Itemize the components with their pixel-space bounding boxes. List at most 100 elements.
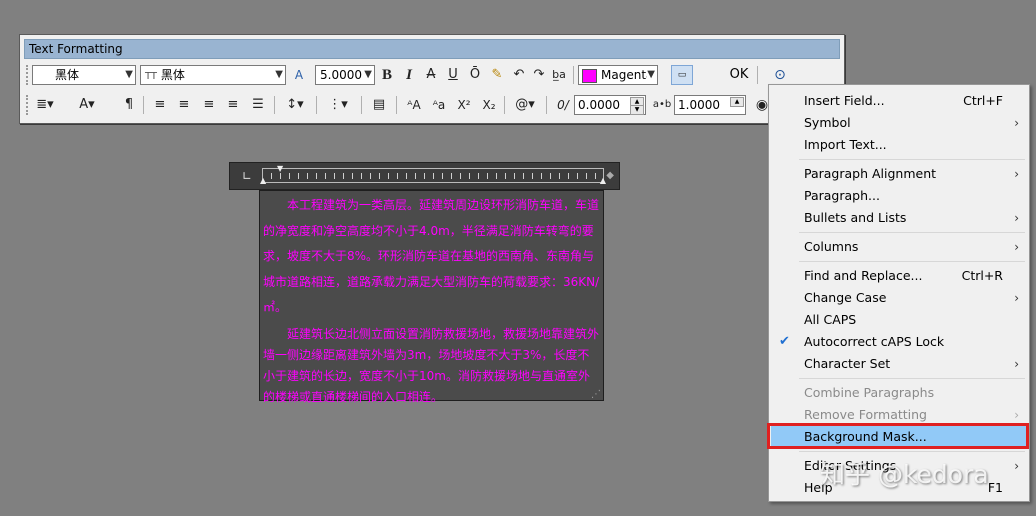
submenu-arrow-icon: › <box>1014 459 1019 473</box>
width-factor-field[interactable]: 1.0000 ▲ <box>674 95 746 115</box>
separator <box>316 96 317 114</box>
oblique-angle-field[interactable]: 0.0000 ▲ ▼ <box>574 95 646 115</box>
text-height-value: 5.0000 <box>320 68 362 82</box>
font-combo[interactable]: TT 黑体 ▼ <box>140 65 286 85</box>
align-right-icon[interactable]: ≡ <box>199 95 219 115</box>
menu-item-insert-field[interactable]: Insert Field... Ctrl+F <box>771 90 1027 112</box>
chevron-down-icon: ▼ <box>275 69 283 80</box>
spin-up-icon[interactable]: ▲ <box>730 97 744 107</box>
text-ruler[interactable]: ∟ ▼ ▲ ▲ ◆ <box>229 162 620 190</box>
submenu-arrow-icon: › <box>1014 291 1019 305</box>
uppercase-icon[interactable]: ᴬA <box>404 95 424 115</box>
separator <box>504 96 505 114</box>
distribute-icon[interactable]: ☰ <box>248 95 268 115</box>
menu-item-paragraph-alignment[interactable]: Paragraph Alignment › <box>771 163 1027 185</box>
line-spacing-icon[interactable]: ↕▾ <box>282 95 308 115</box>
menu-separator <box>799 232 1025 233</box>
paragraph-2[interactable]: 延建筑长边北侧立面设置消防救援场地，救援场地靠建筑外墙一侧边缘距离建筑外墙为3m… <box>263 324 600 408</box>
ruler-track[interactable]: ▼ ▲ ▲ <box>260 164 606 185</box>
spin-down-icon[interactable]: ▼ <box>630 105 644 115</box>
oblique-icon: 0/ <box>557 98 569 112</box>
paragraph-icon[interactable]: ¶ <box>119 95 139 115</box>
menu-item-character-set[interactable]: Character Set › <box>771 353 1027 375</box>
annotative-icon[interactable]: A <box>289 65 309 85</box>
menu-item-paragraph[interactable]: Paragraph... <box>771 185 1027 207</box>
justify-icon[interactable]: ≡ <box>223 95 243 115</box>
separator <box>361 96 362 114</box>
separator <box>757 66 758 84</box>
align-center-icon[interactable]: ≡ <box>174 95 194 115</box>
menu-item-import-text[interactable]: Import Text... <box>771 134 1027 156</box>
separator <box>143 96 144 114</box>
underline-button[interactable]: U <box>443 65 463 85</box>
width-factor-value: 1.0000 <box>678 98 720 112</box>
submenu-arrow-icon: › <box>1014 240 1019 254</box>
indent-marker-icon[interactable]: ▼ <box>277 164 283 173</box>
text-height-combo[interactable]: 5.0000 ▼ <box>315 65 375 85</box>
at-icon: @ <box>515 97 529 112</box>
menu-item-symbol[interactable]: Symbol › <box>771 112 1027 134</box>
text-formatting-toolbar: Text Formatting 黑体 ▼ TT 黑体 ▼ A 5.0000 ▼ … <box>19 34 845 124</box>
justification-icon[interactable]: ≣▾ <box>32 95 58 115</box>
match-properties-icon[interactable]: ✎ <box>487 65 507 85</box>
color-swatch <box>582 69 597 83</box>
right-indent-icon[interactable]: ▲ <box>600 176 606 185</box>
italic-button[interactable]: I <box>399 65 419 85</box>
color-value: Magenta <box>601 68 654 82</box>
font-value: 黑体 <box>160 68 185 82</box>
separator <box>396 96 397 114</box>
style-value: 黑体 <box>55 68 80 82</box>
chevron-down-icon: ▼ <box>364 69 372 80</box>
highlight-annotation-box <box>767 423 1029 449</box>
stack-icon[interactable]: b̲a <box>549 65 569 85</box>
symbol-button[interactable]: @▾ <box>512 95 538 115</box>
strikethrough-button[interactable]: A <box>421 65 441 85</box>
insert-field-icon[interactable]: ▤ <box>369 95 389 115</box>
grip-handle[interactable] <box>26 65 30 85</box>
checkmark-icon: ✔ <box>779 334 790 349</box>
overline-button[interactable]: Ō <box>465 65 485 85</box>
redo-icon[interactable]: ↷ <box>529 65 549 85</box>
watermark: 知乎 @kedora <box>820 460 989 489</box>
menu-item-bullets-and-lists[interactable]: Bullets and Lists › <box>771 207 1027 229</box>
subscript-button[interactable]: X₂ <box>479 95 499 115</box>
color-combo[interactable]: Magenta ▼ <box>578 65 658 85</box>
menu-item-autocorrect-caps-lock[interactable]: ✔ Autocorrect cAPS Lock <box>771 331 1027 353</box>
lowercase-icon[interactable]: ᴬa <box>429 95 449 115</box>
menu-separator <box>799 159 1025 160</box>
truetype-icon: TT <box>145 71 158 82</box>
resize-grip-icon[interactable]: ⋰ <box>591 389 601 400</box>
toolbar-row-2: ≣▾ A▾ ¶ ≡ ≡ ≡ ≡ ☰ ↕▾ ⋮▾ ▤ ᴬA ᴬa X² X₂ @▾… <box>24 92 842 118</box>
align-left-icon[interactable]: ≡ <box>150 95 170 115</box>
menu-item-combine-paragraphs: Combine Paragraphs <box>804 385 935 400</box>
mtext-editor[interactable]: 本工程建筑为一类高层。延建筑周边设环形消防车道，车道的净宽度和净空高度均不小于4… <box>259 190 604 404</box>
menu-item-find-and-replace[interactable]: Find and Replace... Ctrl+R <box>771 265 1027 287</box>
toolbar-row-1: 黑体 ▼ TT 黑体 ▼ A 5.0000 ▼ B I A U Ō ✎ ↶ ↷ … <box>24 62 842 88</box>
bold-button[interactable]: B <box>377 65 397 85</box>
menu-item-columns[interactable]: Columns › <box>771 236 1027 258</box>
ok-button[interactable]: OK <box>726 65 752 85</box>
tracking-icon: a•b <box>652 99 672 110</box>
submenu-arrow-icon: › <box>1014 357 1019 371</box>
options-icon[interactable]: ⊙ <box>770 65 790 85</box>
grip-handle[interactable] <box>26 95 30 115</box>
menu-item-all-caps[interactable]: All CAPS <box>771 309 1027 331</box>
text-frame-icon[interactable]: A▾ <box>74 95 100 115</box>
oblique-angle-value: 0.0000 <box>578 98 620 112</box>
undo-icon[interactable]: ↶ <box>509 65 529 85</box>
menu-item-change-case[interactable]: Change Case › <box>771 287 1027 309</box>
superscript-button[interactable]: X² <box>454 95 474 115</box>
numbering-icon[interactable]: ⋮▾ <box>325 95 351 115</box>
chevron-down-icon: ▼ <box>647 66 655 84</box>
separator <box>274 96 275 114</box>
style-combo[interactable]: 黑体 ▼ <box>32 65 136 85</box>
separator <box>546 96 547 114</box>
toolbar-title[interactable]: Text Formatting <box>24 39 840 59</box>
tab-type-icon[interactable]: ∟ <box>242 169 252 183</box>
menu-separator <box>799 378 1025 379</box>
ruler-toggle-icon[interactable]: ▭ <box>671 65 693 85</box>
paragraph-1[interactable]: 本工程建筑为一类高层。延建筑周边设环形消防车道，车道的净宽度和净空高度均不小于4… <box>263 193 600 321</box>
left-indent-icon[interactable]: ▲ <box>260 176 266 185</box>
width-handle-icon[interactable]: ◆ <box>606 170 614 181</box>
submenu-arrow-icon: › <box>1014 116 1019 130</box>
